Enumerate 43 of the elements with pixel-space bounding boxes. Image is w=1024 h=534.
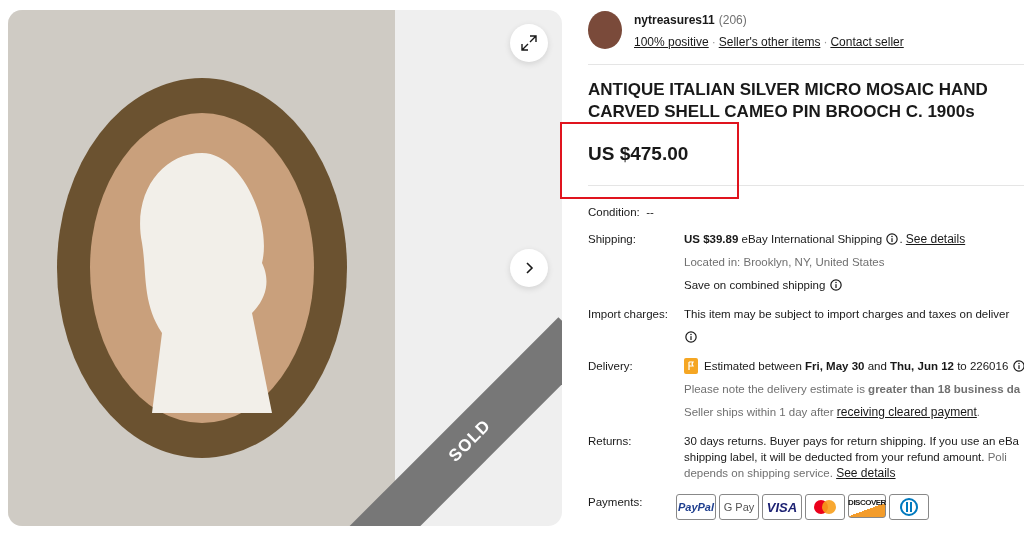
seller-link[interactable]: 100% positive: [634, 35, 709, 49]
details-link[interactable]: receiving cleared payment: [836, 405, 977, 419]
info-icon[interactable]: [1012, 360, 1024, 372]
detail-label: Payments:: [588, 495, 644, 510]
detail-text: This item may be subject to import charges and taxes on deliver: [684, 307, 1010, 322]
info-icon[interactable]: [829, 279, 842, 291]
discover-logo: DISCOVER: [848, 494, 886, 518]
detail-label: Import charges:: [588, 307, 669, 322]
visa-logo: VISA: [762, 494, 802, 520]
expand-button[interactable]: [510, 24, 548, 62]
detail-label: Returns:: [588, 434, 633, 449]
detail-text: Save on combined shipping: [684, 277, 966, 293]
separator-dot: ·: [711, 35, 716, 49]
flag-icon: [684, 358, 698, 374]
paypal-logo: PayPal: [676, 494, 716, 520]
google-pay-logo: G Pay: [719, 494, 759, 520]
listing-title: ANTIQUE ITALIAN SILVER MICRO MOSAIC HAND CARVED SHELL CAMEO PIN BROOCH C. 1900s: [588, 79, 989, 123]
diners-club-logo: [889, 494, 929, 520]
detail-text: Seller ships within 1 day after receiving cleared payment.: [684, 404, 982, 420]
detail-label: Delivery:: [588, 359, 634, 374]
price: US $475.00: [588, 143, 1024, 186]
detail-text: 30 days returns. Buyer pays for return shipping. If you use an eBa: [684, 434, 1019, 449]
seller-avatar[interactable]: [588, 11, 622, 49]
seller-link[interactable]: Seller's other items: [718, 35, 821, 49]
details-link[interactable]: See details: [905, 232, 966, 246]
seller-name[interactable]: nytreasures11: [634, 13, 715, 27]
separator-dot: ·: [823, 35, 828, 49]
detail-text: Estimated between Fri, May 30 and Thu, Jun 12 to 226016: [684, 358, 1024, 374]
detail-text: depends on shipping service. See details: [684, 465, 897, 481]
condition-value: --: [646, 206, 654, 218]
feedback-count: (206): [718, 13, 747, 27]
detail-text: US $39.89 eBay International Shipping . See details: [684, 231, 966, 247]
detail-text: shipping label, it will be deducted from your refund amount. Poli: [684, 450, 1008, 465]
seller-link[interactable]: Contact seller: [830, 35, 904, 49]
expand-icon: [520, 34, 538, 52]
condition-label: Condition:: [588, 206, 640, 218]
mastercard-logo: [805, 494, 845, 520]
info-icon[interactable]: [685, 331, 697, 343]
detail-text: Located in: Brooklyn, NY, United States: [684, 255, 886, 270]
details-link[interactable]: See details: [836, 466, 896, 480]
info-icon[interactable]: [886, 233, 899, 245]
detail-label: Shipping:: [588, 232, 637, 247]
detail-text: Please note the delivery estimate is greater than 18 business da: [684, 382, 1022, 397]
